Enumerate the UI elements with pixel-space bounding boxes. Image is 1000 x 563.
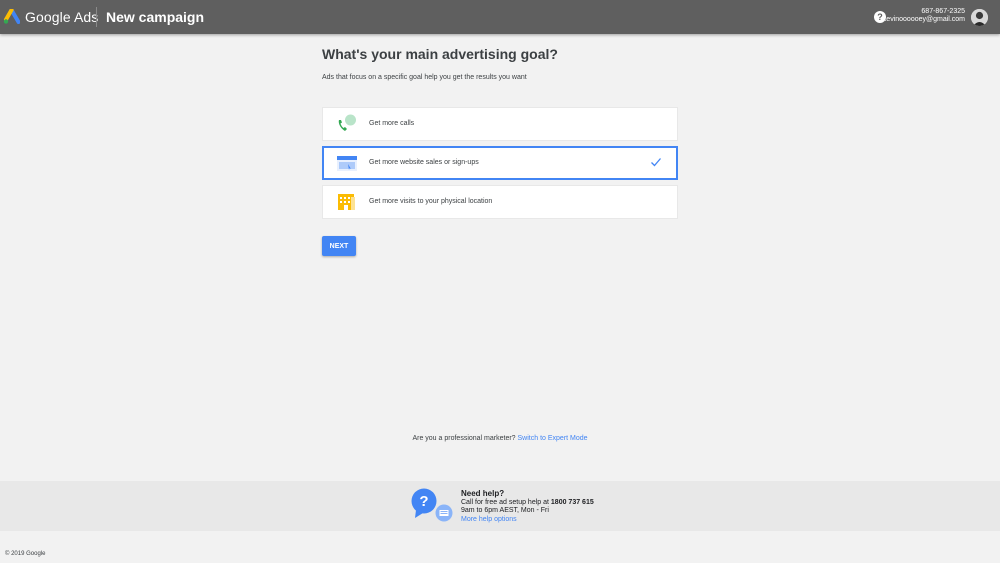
page-subtitle: Ads that focus on a specific goal help y… [322, 74, 527, 81]
account-info[interactable]: 687-867-2325 kevinoooooey@gmail.com [883, 8, 965, 24]
copyright-footer: © 2019 Google [5, 551, 46, 557]
goal-option-website[interactable]: Get more website sales or sign-ups [322, 146, 678, 180]
switch-to-expert-mode-link[interactable]: Switch to Expert Mode [518, 435, 588, 442]
storefront-icon [338, 194, 355, 210]
more-help-options-link[interactable]: More help options [461, 516, 517, 523]
goal-option-calls[interactable]: Get more calls [322, 107, 678, 141]
goal-label-visits: Get more visits to your physical locatio… [369, 198, 493, 205]
brand-name[interactable]: Google Ads [25, 9, 98, 25]
help-call-text: Call for free ad setup help at [461, 498, 549, 506]
expert-prompt-text: Are you a professional marketer? [412, 435, 516, 442]
avatar[interactable] [971, 9, 988, 26]
help-phone: 1800 737 615 [550, 498, 594, 506]
expert-mode-prompt: Are you a professional marketer? Switch … [0, 435, 1000, 442]
next-button[interactable]: NEXT [322, 236, 356, 256]
top-app-bar: Google Ads New campaign ? 687-867-2325 k… [0, 0, 1000, 34]
goal-option-visits[interactable]: Get more visits to your physical locatio… [322, 185, 678, 219]
goal-label-calls: Get more calls [369, 120, 415, 127]
user-avatar-icon [971, 9, 988, 26]
help-section: ? Need help? Call for free ad setup help… [0, 481, 1000, 531]
website-icon [337, 156, 357, 171]
help-heading: Need help? [461, 489, 505, 498]
account-email: kevinoooooey@gmail.com [882, 16, 965, 23]
page-title: New campaign [106, 9, 205, 25]
help-text-block: Need help? Call for free ad setup help a… [461, 489, 594, 524]
google-ads-logo-icon[interactable] [3, 9, 20, 24]
help-chat-icon: ? [411, 488, 453, 522]
svg-text:?: ? [419, 493, 428, 510]
page-heading-goal: What's your main advertising goal? [322, 46, 558, 62]
phone-call-icon [338, 114, 356, 131]
check-icon [651, 158, 661, 167]
account-phone: 687-867-2325 [921, 8, 965, 15]
goal-label-website: Get more website sales or sign-ups [369, 159, 479, 166]
help-hours: 9am to 6pm AEST, Mon - Fri [461, 507, 549, 514]
header-divider [96, 7, 97, 27]
